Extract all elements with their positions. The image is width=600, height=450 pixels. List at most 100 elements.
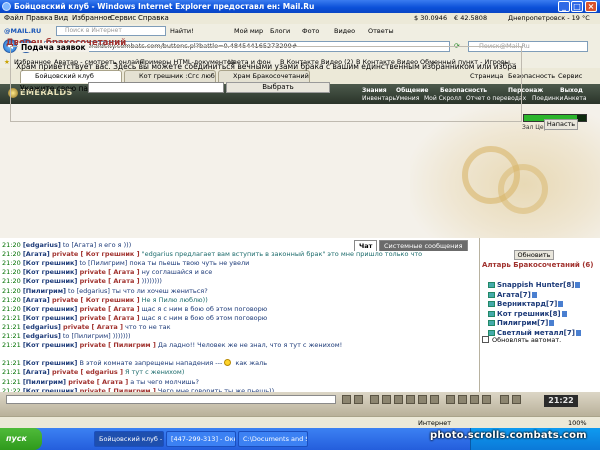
chat-timestamp[interactable]: 21:21	[2, 332, 23, 340]
start-button[interactable]: пуск	[0, 428, 42, 450]
chat-private-tag[interactable]: private [ Кот грешник ]	[50, 296, 140, 304]
chat-private-tag[interactable]: private [ edgarius ]	[50, 368, 123, 376]
info-icon[interactable]	[561, 310, 567, 317]
chat-timestamp[interactable]: 21:20	[2, 241, 23, 249]
tools-menu[interactable]: Сервис	[558, 72, 582, 80]
room-user[interactable]: Верниктард[7]	[488, 300, 564, 309]
filter-icon[interactable]	[382, 395, 391, 404]
toolbar-answers[interactable]: Ответы	[368, 27, 394, 35]
chat-nick[interactable]: [Кот грешник]	[23, 341, 78, 349]
chat-private-tag[interactable]: private [ Агата ]	[77, 268, 140, 276]
chat-private-tag[interactable]: private [ Агата ]	[77, 305, 140, 313]
mailru-logo[interactable]: @MAIL.RU	[4, 27, 41, 35]
chat-private-tag[interactable]: private [ Агата ]	[66, 378, 128, 386]
chat-private-tag[interactable]: private [ Пилигрим ]	[77, 341, 156, 349]
nav-fights[interactable]: Поединки	[532, 95, 563, 103]
hand-icon[interactable]	[446, 395, 455, 404]
chat-nick[interactable]: [Кот грешник]	[23, 314, 78, 322]
send-icon[interactable]	[342, 395, 351, 404]
choose-button[interactable]: Выбрать	[226, 82, 330, 93]
star-icon[interactable]: ★	[4, 58, 10, 66]
chat-nick[interactable]: [Кот грешник]	[23, 259, 78, 267]
room-user-name[interactable]: Кот грешник[8]	[497, 310, 561, 318]
info-icon[interactable]	[558, 301, 564, 307]
menu-edit[interactable]: Правка	[26, 14, 53, 22]
chat-timestamp[interactable]: 21:21	[2, 368, 23, 376]
bag-icon[interactable]	[500, 395, 509, 404]
toolbar-blogs[interactable]: Блоги	[270, 27, 290, 35]
chat-private-tag[interactable]: private [ Агата ]	[61, 323, 123, 331]
chat-nick[interactable]: [Кот грешник]	[23, 359, 78, 367]
nav-exit[interactable]: Выход	[560, 87, 583, 95]
menu-help[interactable]: Справка	[138, 14, 169, 22]
room-user-name[interactable]: Верниктард[7]	[497, 300, 557, 308]
room-user[interactable]: Snappish Hunter[8]	[488, 281, 581, 290]
toolbar-video[interactable]: Видео	[334, 27, 355, 35]
minimize-button[interactable]: _	[558, 1, 570, 12]
options-icon[interactable]	[406, 395, 415, 404]
chat-timestamp[interactable]: 21:20	[2, 268, 23, 276]
info-icon[interactable]	[575, 329, 581, 336]
scroll-icon[interactable]	[418, 395, 427, 404]
chat-timestamp[interactable]: 21:21	[2, 341, 23, 349]
chat-nick[interactable]: [Пилигрим]	[23, 287, 66, 295]
close-button[interactable]: ×	[585, 1, 597, 12]
chat-nick[interactable]: [edgarius]	[23, 332, 61, 340]
chat-timestamp[interactable]: 21:21	[2, 378, 23, 386]
toolbar-photo[interactable]: Фото	[302, 27, 319, 35]
chat-private-tag[interactable]: private [ Кот грешник ]	[50, 250, 140, 258]
chat-nick[interactable]: [Кот грешник]	[23, 277, 78, 285]
sound-icon[interactable]	[430, 395, 439, 404]
chat-timestamp[interactable]: 21:20	[2, 250, 23, 258]
chat-timestamp[interactable]: 21:20	[2, 287, 23, 295]
task-ie[interactable]: Бойцовский клуб - Wi...	[94, 431, 164, 447]
pair-input[interactable]	[88, 82, 224, 93]
task-folder[interactable]: C:\Documents and Set...	[238, 431, 308, 447]
toolbar-my-world[interactable]: Мой мир	[234, 27, 263, 35]
room-user[interactable]: Агата[7]	[488, 291, 537, 300]
task-icq[interactable]: [447-299-313] - Окно...	[166, 431, 236, 447]
attack-button[interactable]: Напасть	[544, 119, 578, 130]
chat-private-tag[interactable]: private [ Агата ]	[77, 277, 140, 285]
nav-profile[interactable]: Анкета	[564, 95, 587, 103]
info-icon[interactable]	[549, 320, 555, 326]
info-icon[interactable]	[531, 291, 537, 298]
refresh-room-button[interactable]: Обновить	[514, 250, 554, 260]
chat-nick[interactable]: [edgarius]	[23, 241, 61, 249]
map-icon[interactable]	[512, 395, 521, 404]
chat-nick[interactable]: [edgarius]	[23, 323, 61, 331]
menu-favorites[interactable]: Избранное	[72, 14, 112, 22]
menu-view[interactable]: Вид	[54, 14, 68, 22]
chat-timestamp[interactable]: 21:21	[2, 323, 23, 331]
find-button[interactable]: Найти!	[170, 27, 194, 35]
room-user-name[interactable]: Агата[7]	[497, 291, 531, 299]
chat-nick[interactable]: [Кот грешник]	[23, 305, 78, 313]
room-user[interactable]: Пилигрим[7]	[488, 319, 555, 328]
chat-timestamp[interactable]: 21:20	[2, 259, 23, 267]
chat-nick[interactable]: [Агата]	[23, 368, 50, 376]
trans-icon[interactable]	[394, 395, 403, 404]
smiles-icon[interactable]	[370, 395, 379, 404]
chat-input[interactable]	[6, 395, 336, 404]
info-icon[interactable]	[575, 282, 581, 288]
zoom-level[interactable]: 100%	[568, 419, 587, 427]
menu-tools[interactable]: Сервис	[110, 14, 136, 22]
book-icon[interactable]	[458, 395, 467, 404]
maximize-button[interactable]: □	[571, 1, 583, 12]
chat-timestamp[interactable]: 21:20	[2, 277, 23, 285]
clear-icon[interactable]	[354, 395, 363, 404]
toolbar-search-input[interactable]: Поиск в Интернет	[56, 26, 166, 36]
chat-timestamp[interactable]: 21:20	[2, 305, 23, 313]
chat-private-tag[interactable]: private [ Агата ]	[77, 314, 140, 322]
chat-timestamp[interactable]: 21:20	[2, 296, 23, 304]
chat-timestamp[interactable]: 21:21	[2, 359, 23, 367]
chat-nick[interactable]: [Агата]	[23, 296, 50, 304]
chat-timestamp[interactable]: 21:21	[2, 314, 23, 322]
auto-refresh-checkbox[interactable]	[482, 336, 489, 343]
chat-nick[interactable]: [Пилигрим]	[23, 378, 66, 386]
chat-nick[interactable]: [Агата]	[23, 250, 50, 258]
room-user-name[interactable]: Snappish Hunter[8]	[497, 281, 574, 289]
chat-nick[interactable]: [Кот грешник]	[23, 268, 78, 276]
room-user-name[interactable]: Пилигрим[7]	[497, 319, 548, 327]
menu-file[interactable]: Файл	[4, 14, 23, 22]
